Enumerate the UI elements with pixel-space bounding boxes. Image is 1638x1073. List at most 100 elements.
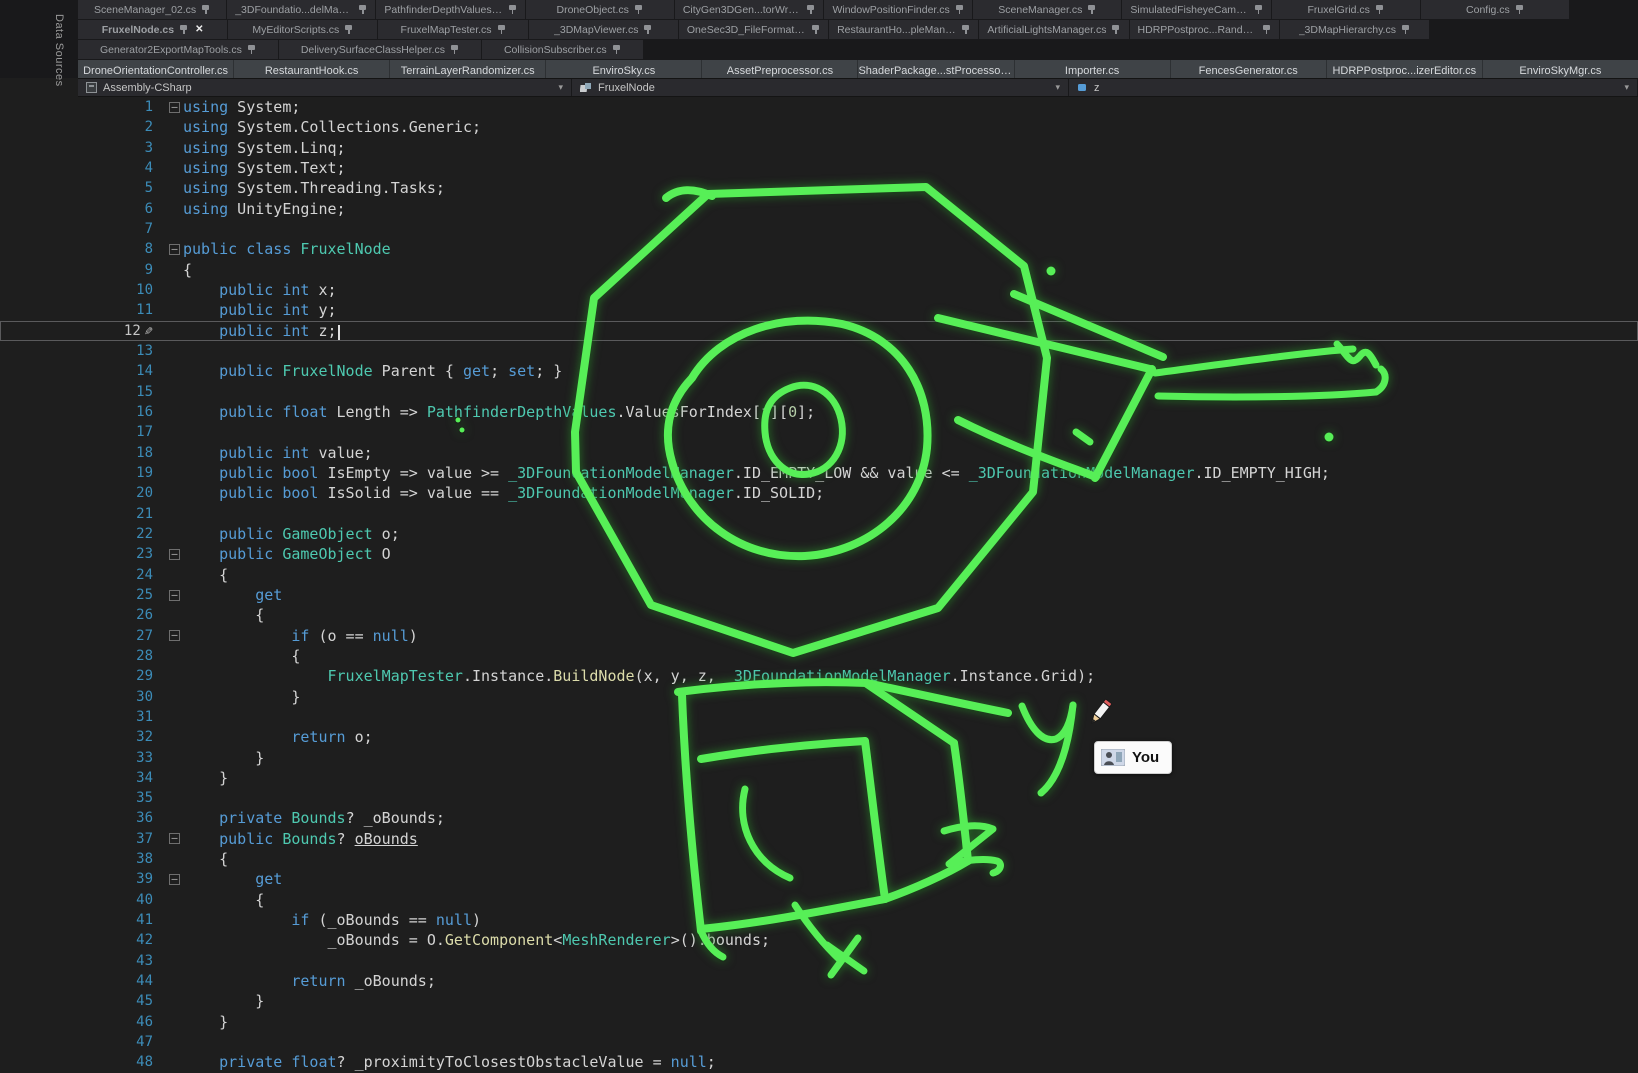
fold-marker-icon[interactable]: – xyxy=(169,874,180,885)
code-line-21[interactable]: 21 xyxy=(0,504,1638,524)
pin-icon[interactable] xyxy=(961,24,970,35)
code-line-40[interactable]: 40 { xyxy=(0,890,1638,910)
code-line-44[interactable]: 44 return _oBounds; xyxy=(0,971,1638,991)
code-line-39[interactable]: 39– get xyxy=(0,869,1638,889)
close-icon[interactable]: ✕ xyxy=(195,24,203,35)
code-line-15[interactable]: 15 xyxy=(0,382,1638,402)
tab-collisionsubscriber-cs[interactable]: CollisionSubscriber.cs xyxy=(482,40,643,59)
tab-scenemanager-02-cs[interactable]: SceneManager_02.cs xyxy=(78,0,226,19)
tab-myeditorscripts-cs[interactable]: MyEditorScripts.cs xyxy=(228,20,377,39)
tab-scenemanager-cs[interactable]: SceneManager.cs xyxy=(973,0,1121,19)
code-line-4[interactable]: 4using System.Text; xyxy=(0,158,1638,178)
code-line-3[interactable]: 3using System.Linq; xyxy=(0,138,1638,158)
tab-fruxelmaptester-cs[interactable]: FruxelMapTester.cs xyxy=(378,20,527,39)
tab-generator2exportmaptools-cs[interactable]: Generator2ExportMapTools.cs xyxy=(78,40,278,59)
fold-marker-icon[interactable]: – xyxy=(169,833,180,844)
pin-icon[interactable] xyxy=(201,4,210,15)
fold-gutter[interactable]: – xyxy=(153,97,183,117)
tab-config-cs[interactable]: Config.cs xyxy=(1421,0,1569,19)
pin-icon[interactable] xyxy=(643,24,652,35)
tab-simulatedfisheyecamera-cs[interactable]: SimulatedFisheyeCamera.cs xyxy=(1122,0,1270,19)
tab-restaurantho-plemanager-cs[interactable]: RestaurantHo...pleManager.cs xyxy=(829,20,978,39)
code-line-42[interactable]: 42 _oBounds = O.GetComponent<MeshRendere… xyxy=(0,930,1638,950)
pin-icon[interactable] xyxy=(806,4,815,15)
tab-pathfinderdepthvalues-cs[interactable]: PathfinderDepthValues.cs xyxy=(376,0,524,19)
code-line-45[interactable]: 45 } xyxy=(0,991,1638,1011)
pin-icon[interactable] xyxy=(1087,4,1096,15)
tab--3dmaphierarchy-cs[interactable]: _3DMapHierarchy.cs xyxy=(1280,20,1429,39)
pin-icon[interactable] xyxy=(358,4,367,15)
fold-gutter[interactable]: – xyxy=(153,626,183,646)
pin-icon[interactable] xyxy=(612,44,621,55)
code-line-18[interactable]: 18 public int value; xyxy=(0,443,1638,463)
chevron-down-icon[interactable]: ▾ xyxy=(1624,82,1629,93)
code-line-46[interactable]: 46 } xyxy=(0,1012,1638,1032)
tab-onesec3d-fileformat-cs[interactable]: OneSec3D_FileFormat.cs xyxy=(679,20,828,39)
project-dropdown[interactable]: Assembly-CSharp ▾ xyxy=(78,79,572,96)
code-line-22[interactable]: 22 public GameObject o; xyxy=(0,524,1638,544)
fold-marker-icon[interactable]: – xyxy=(169,549,180,560)
code-line-5[interactable]: 5using System.Threading.Tasks; xyxy=(0,178,1638,198)
code-line-12[interactable]: 12✎ public int z; xyxy=(0,321,1638,341)
code-line-24[interactable]: 24 { xyxy=(0,565,1638,585)
code-line-23[interactable]: 23– public GameObject O xyxy=(0,544,1638,564)
code-line-26[interactable]: 26 { xyxy=(0,605,1638,625)
code-line-19[interactable]: 19 public bool IsEmpty => value >= _3DFo… xyxy=(0,463,1638,483)
code-line-27[interactable]: 27– if (o == null) xyxy=(0,626,1638,646)
code-line-1[interactable]: 1–using System; xyxy=(0,97,1638,117)
fold-marker-icon[interactable]: – xyxy=(169,102,180,113)
code-line-29[interactable]: 29 FruxelMapTester.Instance.BuildNode(x,… xyxy=(0,666,1638,686)
code-line-47[interactable]: 47 xyxy=(0,1032,1638,1052)
fold-gutter[interactable]: – xyxy=(153,585,183,605)
tab-fruxelnode-cs[interactable]: FruxelNode.cs✕ xyxy=(78,20,227,39)
code-line-37[interactable]: 37– public Bounds? oBounds xyxy=(0,829,1638,849)
pin-icon[interactable] xyxy=(344,24,353,35)
pin-icon[interactable] xyxy=(1515,4,1524,15)
fold-marker-icon[interactable]: – xyxy=(169,244,180,255)
code-line-14[interactable]: 14 public FruxelNode Parent { get; set; … xyxy=(0,361,1638,381)
pin-icon[interactable] xyxy=(508,4,517,15)
code-line-38[interactable]: 38 { xyxy=(0,849,1638,869)
code-line-9[interactable]: 9{ xyxy=(0,260,1638,280)
pin-icon[interactable] xyxy=(497,24,506,35)
code-line-35[interactable]: 35 xyxy=(0,788,1638,808)
fold-gutter[interactable]: – xyxy=(153,829,183,849)
tab--3dmapviewer-cs[interactable]: _3DMapViewer.cs xyxy=(529,20,678,39)
tab-windowpositionfinder-cs[interactable]: WindowPositionFinder.cs xyxy=(824,0,972,19)
code-line-8[interactable]: 8–public class FruxelNode xyxy=(0,239,1638,259)
fold-marker-icon[interactable]: – xyxy=(169,630,180,641)
chevron-down-icon[interactable]: ▾ xyxy=(1055,82,1060,93)
code-line-16[interactable]: 16 public float Length => PathfinderDept… xyxy=(0,402,1638,422)
code-line-36[interactable]: 36 private Bounds? _oBounds; xyxy=(0,808,1638,828)
code-line-33[interactable]: 33 } xyxy=(0,748,1638,768)
chevron-down-icon[interactable]: ▾ xyxy=(558,82,563,93)
code-line-11[interactable]: 11 public int y; xyxy=(0,300,1638,320)
code-line-25[interactable]: 25– get xyxy=(0,585,1638,605)
tab-fruxelgrid-cs[interactable]: FruxelGrid.cs xyxy=(1272,0,1420,19)
tab-hdrppostproc-randomizer-cs[interactable]: HDRPPostproc...Randomizer.cs xyxy=(1130,20,1279,39)
tab--3dfoundatio-delmanager-cs[interactable]: _3DFoundatio...delManager.cs xyxy=(227,0,375,19)
code-line-43[interactable]: 43 xyxy=(0,951,1638,971)
fold-gutter[interactable]: – xyxy=(153,544,183,564)
code-line-13[interactable]: 13 xyxy=(0,341,1638,361)
code-line-20[interactable]: 20 public bool IsSolid => value == _3DFo… xyxy=(0,483,1638,503)
tab-artificiallightsmanager-cs[interactable]: ArtificialLightsManager.cs xyxy=(979,20,1128,39)
member-dropdown[interactable]: z ▾ xyxy=(1069,79,1638,96)
pin-icon[interactable] xyxy=(1111,24,1120,35)
fold-gutter[interactable]: – xyxy=(153,239,183,259)
code-line-30[interactable]: 30 } xyxy=(0,687,1638,707)
code-line-28[interactable]: 28 { xyxy=(0,646,1638,666)
pin-icon[interactable] xyxy=(1262,24,1271,35)
type-dropdown[interactable]: FruxelNode ▾ xyxy=(572,79,1069,96)
code-line-10[interactable]: 10 public int x; xyxy=(0,280,1638,300)
pin-icon[interactable] xyxy=(955,4,964,15)
pin-icon[interactable] xyxy=(179,24,188,35)
code-line-17[interactable]: 17 xyxy=(0,422,1638,442)
code-editor[interactable]: 1–using System;2using System.Collections… xyxy=(0,97,1638,1073)
pin-icon[interactable] xyxy=(1375,4,1384,15)
tab-droneobject-cs[interactable]: DroneObject.cs xyxy=(526,0,674,19)
pin-icon[interactable] xyxy=(450,44,459,55)
code-line-34[interactable]: 34 } xyxy=(0,768,1638,788)
code-line-32[interactable]: 32 return o; xyxy=(0,727,1638,747)
pin-icon[interactable] xyxy=(811,24,820,35)
